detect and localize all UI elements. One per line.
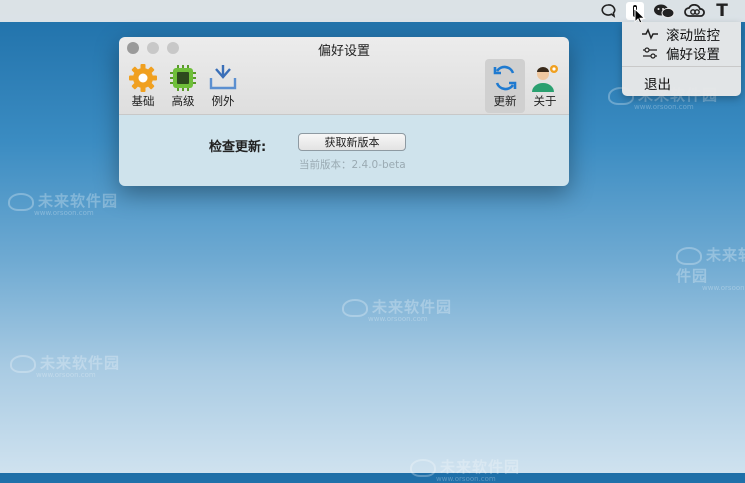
watermark: 未来软件园www.orsoon.com — [8, 190, 118, 217]
tab-updates[interactable]: 更新 — [485, 59, 525, 113]
person-icon — [529, 63, 561, 93]
pulse-icon — [642, 27, 660, 41]
watermark: 未来软件园www.orsoon.com — [410, 456, 520, 483]
tab-basic[interactable]: 基础 — [123, 61, 163, 113]
chip-icon — [167, 63, 199, 93]
watermark: 未来软件园www.orsoon.com — [342, 296, 452, 323]
menu-separator — [622, 66, 741, 67]
get-new-version-button[interactable]: 获取新版本 — [298, 133, 406, 151]
menu-item-quit[interactable]: 退出 — [622, 73, 741, 93]
text-tool-icon[interactable]: T — [714, 1, 730, 21]
watermark: 未来软件园www.orsoon.com — [676, 246, 745, 292]
updates-panel: 检查更新: 获取新版本 当前版本：2.4.0-beta — [119, 115, 569, 186]
menu-item-label: 滚动监控 — [666, 28, 720, 44]
tab-exceptions[interactable]: 例外 — [203, 61, 243, 113]
menu-item-preferences[interactable]: 偏好设置 — [622, 43, 741, 63]
tab-advanced[interactable]: 高级 — [163, 61, 203, 113]
watermark: 未来软件园www.orsoon.com — [10, 352, 120, 379]
tab-label: 基础 — [131, 94, 155, 108]
status-menu: 滚动监控 偏好设置 退出 — [622, 22, 741, 96]
inbox-arrow-icon — [207, 63, 239, 93]
wechat-icon[interactable] — [652, 2, 676, 20]
gear-icon — [127, 63, 159, 93]
menu-item-label: 偏好设置 — [666, 47, 720, 63]
menu-item-scroll-monitor[interactable]: 滚动监控 — [622, 24, 741, 44]
sliders-icon — [642, 46, 660, 60]
tab-label: 例外 — [211, 94, 235, 108]
tab-label: 关于 — [533, 94, 557, 108]
refresh-icon — [489, 63, 521, 93]
check-updates-label: 检查更新: — [209, 140, 267, 155]
tab-about[interactable]: 关于 — [525, 61, 565, 113]
tab-label: 更新 — [493, 94, 517, 108]
preferences-window: 偏好设置 基础 高级 例外 更新 关于 检查更新: 获取新版本 当前版本：2.4… — [119, 37, 569, 186]
current-version-text: 当前版本：2.4.0-beta — [299, 159, 406, 171]
window-title: 偏好设置 — [317, 44, 370, 59]
title-bar: 偏好设置 基础 高级 例外 更新 关于 — [119, 37, 569, 115]
chat-refresh-icon[interactable] — [598, 2, 618, 20]
menu-item-label: 退出 — [644, 77, 671, 93]
creative-cloud-icon[interactable] — [683, 2, 707, 20]
tab-label: 高级 — [171, 94, 195, 108]
